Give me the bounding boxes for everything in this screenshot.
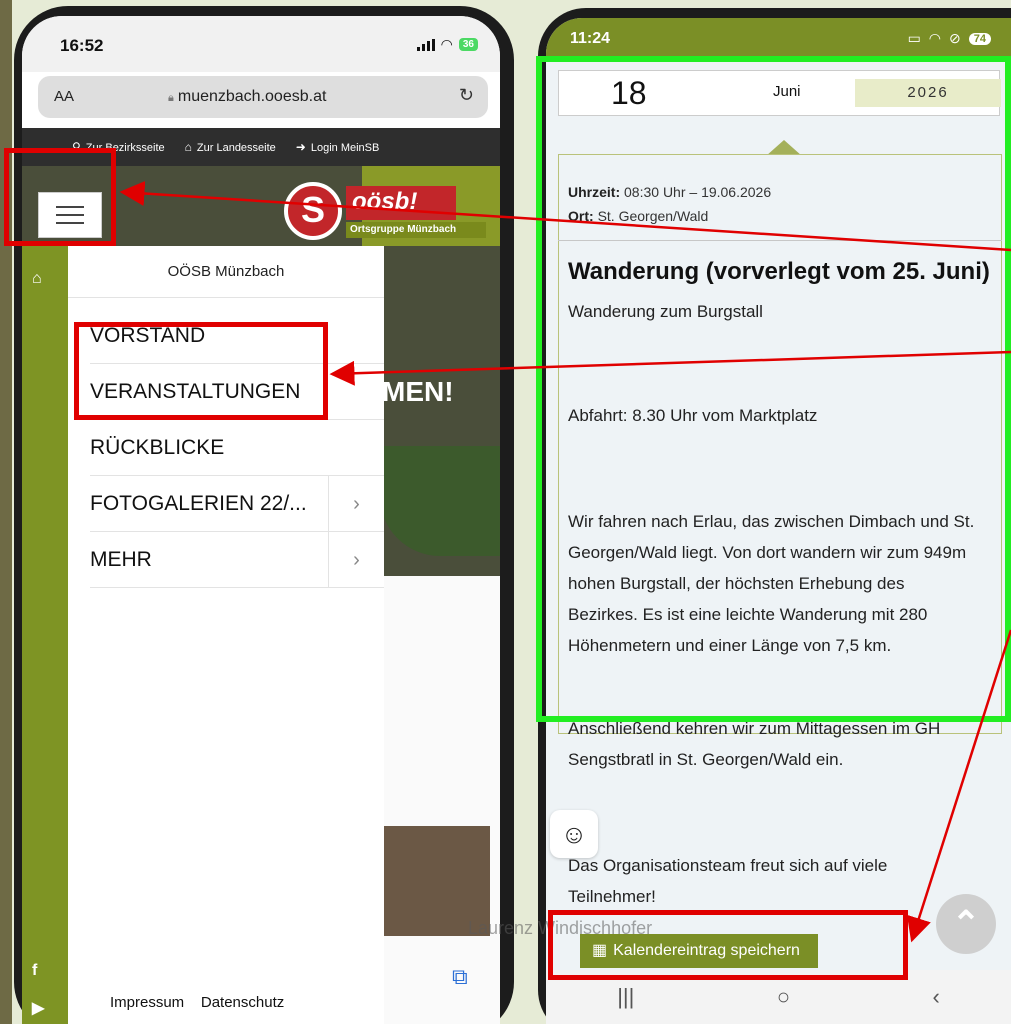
annotation-arrows xyxy=(119,180,1011,943)
arrow-to-hamburger xyxy=(119,180,1011,252)
arrow-to-veranstaltungen xyxy=(329,350,1011,386)
arrow-to-calendar xyxy=(906,629,1011,943)
